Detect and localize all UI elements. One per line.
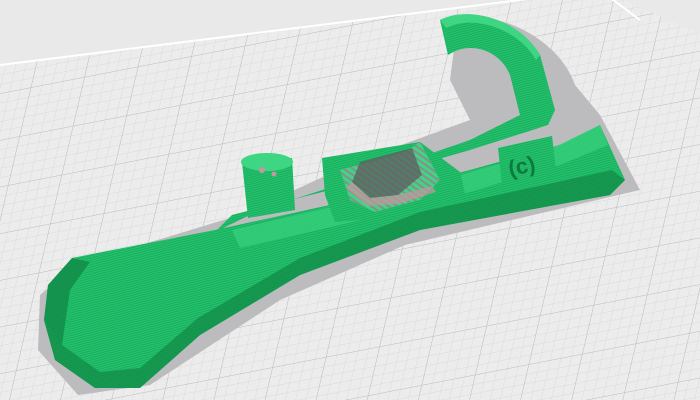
post-infill-mark (271, 171, 277, 177)
model-cylinder-post-top (241, 153, 293, 171)
slicer-3d-viewport[interactable]: (c) (0, 0, 700, 400)
scene-canvas[interactable]: (c) (0, 0, 700, 400)
post-infill-mark (259, 167, 265, 173)
